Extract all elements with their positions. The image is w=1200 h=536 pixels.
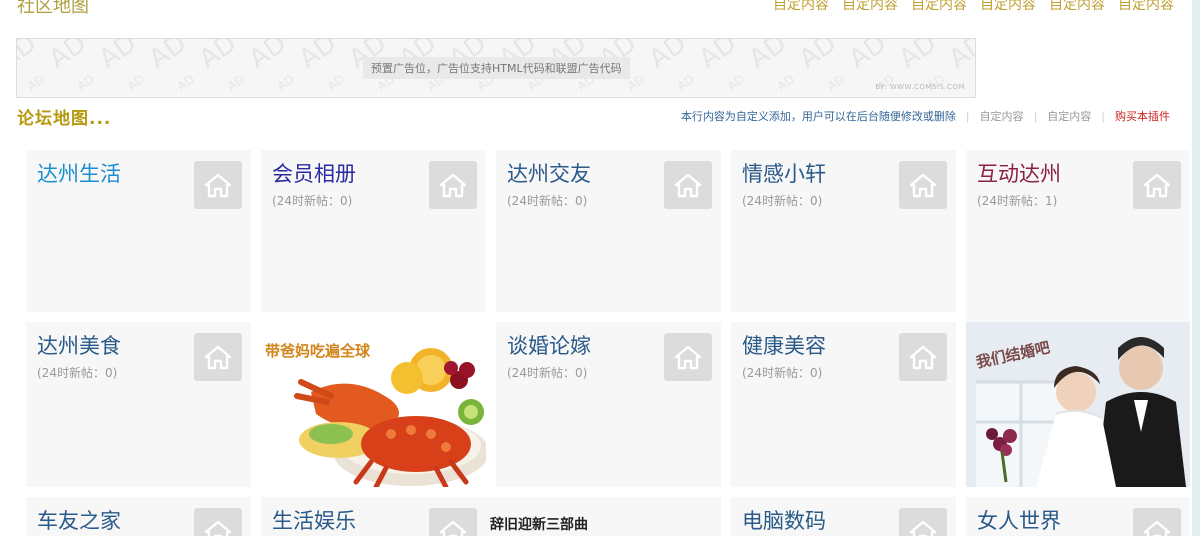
home-icon[interactable] bbox=[664, 161, 712, 209]
page: 社区地图 自定内容 自定内容 自定内容 自定内容 自定内容 自定内容 AD AD A… bbox=[0, 0, 1192, 536]
custom-link[interactable]: 自定内容 bbox=[1047, 108, 1091, 124]
ad-watermark-text: AD bbox=[244, 39, 292, 75]
ad-watermark-text: AD bbox=[894, 39, 942, 75]
forum-new-post-count: (24时新帖：0) bbox=[742, 366, 823, 380]
top-title: 社区地图 bbox=[17, 0, 89, 17]
ad-watermark-text: AD bbox=[194, 39, 242, 75]
top-link[interactable]: 自定内容 bbox=[980, 0, 1036, 14]
ad-watermark-text: AD bbox=[725, 72, 747, 93]
ad-text: 预置广告位，广告位支持HTML代码和联盟广告代码 bbox=[363, 57, 630, 79]
forum-tile[interactable]: 电脑数码 bbox=[731, 497, 956, 536]
ad-watermark-text: AD bbox=[694, 39, 742, 75]
right-scroll-strip bbox=[1192, 0, 1200, 536]
top-link[interactable]: 自定内容 bbox=[842, 0, 898, 14]
ad-watermark-text: AD bbox=[44, 39, 92, 75]
ad-watermark-text: AD bbox=[125, 72, 147, 93]
home-icon[interactable] bbox=[899, 508, 947, 536]
ad-watermark-text: AD bbox=[794, 39, 842, 75]
forum-tile[interactable]: 女人世界 bbox=[966, 497, 1190, 536]
song-promo-text: 辞旧迎新三部曲 bbox=[490, 517, 588, 533]
ad-watermark-text: AD bbox=[25, 72, 47, 93]
forum-new-post-count: (24时新帖：0) bbox=[742, 194, 823, 208]
custom-link[interactable]: 自定内容 bbox=[980, 108, 1024, 124]
ad-watermark-text: AD bbox=[844, 39, 892, 75]
home-icon[interactable] bbox=[194, 333, 242, 381]
food-promo-text: 带爸妈吃遍全球 bbox=[265, 342, 371, 360]
forum-tile[interactable]: 情感小轩 (24时新帖：0) bbox=[731, 150, 956, 312]
section-title: 论坛地图... bbox=[17, 109, 112, 129]
forum-name[interactable]: 会员相册 bbox=[272, 160, 356, 188]
ad-watermark-text: AD bbox=[775, 72, 797, 93]
ad-watermark-text: AD bbox=[275, 72, 297, 93]
home-icon[interactable] bbox=[899, 161, 947, 209]
home-icon[interactable] bbox=[1133, 161, 1181, 209]
forum-tile[interactable]: 达州生活 bbox=[26, 150, 251, 312]
ad-watermark-text: AD bbox=[675, 72, 697, 93]
home-icon[interactable] bbox=[194, 161, 242, 209]
forum-tile[interactable]: 会员相册 (24时新帖：0) bbox=[261, 150, 486, 312]
top-links: 自定内容 自定内容 自定内容 自定内容 自定内容 自定内容 bbox=[773, 0, 1174, 14]
custom-note-link[interactable]: 本行内容为自定义添加，用户可以在后台随便修改或删除 bbox=[681, 108, 956, 124]
section-links: 本行内容为自定义添加，用户可以在后台随便修改或删除 | 自定内容 | 自定内容 … bbox=[681, 108, 1170, 124]
wedding-promo-banner[interactable]: 我们结婚吧 bbox=[966, 322, 1190, 487]
forum-new-post-count: (24时新帖：0) bbox=[507, 366, 588, 380]
forum-tile[interactable]: 车友之家 bbox=[26, 497, 251, 536]
forum-name[interactable]: 电脑数码 bbox=[742, 507, 826, 535]
forum-name[interactable]: 达州生活 bbox=[37, 160, 121, 188]
forum-tile[interactable]: 互动达州 (24时新帖：1) bbox=[966, 150, 1190, 322]
forum-tile[interactable]: 达州美食 (24时新帖：0) bbox=[26, 322, 251, 487]
top-link[interactable]: 自定内容 bbox=[1118, 0, 1174, 14]
forum-new-post-count: (24时新帖：0) bbox=[37, 366, 118, 380]
forum-name[interactable]: 达州美食 bbox=[37, 332, 121, 360]
forum-name[interactable]: 情感小轩 bbox=[742, 160, 826, 188]
home-icon[interactable] bbox=[194, 508, 242, 536]
forum-name[interactable]: 谈婚论嫁 bbox=[507, 332, 591, 360]
ad-banner[interactable]: AD AD AD AD AD AD AD AD AD AD AD AD AD AD AD AD AD AD AD AD… bbox=[16, 38, 976, 98]
ad-watermark-text: AD bbox=[825, 72, 847, 93]
forum-tile[interactable]: 达州交友 (24时新帖：0) bbox=[496, 150, 721, 312]
ad-watermark-text: AD bbox=[175, 72, 197, 93]
ad-watermark-text: AD bbox=[94, 39, 142, 75]
ad-watermark-text: AD bbox=[644, 39, 692, 75]
food-promo-banner[interactable]: 带爸妈吃遍全球 bbox=[261, 322, 486, 487]
home-icon[interactable] bbox=[429, 508, 477, 536]
forum-new-post-count: (24时新帖：0) bbox=[272, 194, 353, 208]
ad-watermark-text: AD bbox=[225, 72, 247, 93]
ad-credit: BY: WWW.COMSIS.COM bbox=[875, 83, 965, 91]
top-link[interactable]: 自定内容 bbox=[773, 0, 829, 14]
home-icon[interactable] bbox=[899, 333, 947, 381]
top-link[interactable]: 自定内容 bbox=[1049, 0, 1105, 14]
forum-new-post-count: (24时新帖：0) bbox=[507, 194, 588, 208]
separator: | bbox=[1033, 109, 1038, 123]
ad-watermark-text: AD bbox=[17, 39, 42, 75]
forum-tile[interactable]: 健康美容 (24时新帖：0) bbox=[731, 322, 956, 487]
forum-name[interactable]: 达州交友 bbox=[507, 160, 591, 188]
home-icon[interactable] bbox=[429, 161, 477, 209]
top-link[interactable]: 自定内容 bbox=[911, 0, 967, 14]
ad-watermark-text: AD bbox=[75, 72, 97, 93]
ad-watermark-text: AD bbox=[744, 39, 792, 75]
buy-plugin-link[interactable]: 购买本插件 bbox=[1115, 108, 1170, 124]
forum-new-post-count: (24时新帖：1) bbox=[977, 194, 1058, 208]
forum-name[interactable]: 互动达州 bbox=[977, 160, 1061, 188]
ad-watermark-text: AD bbox=[294, 39, 342, 75]
forum-name[interactable]: 健康美容 bbox=[742, 332, 826, 360]
home-icon[interactable] bbox=[1133, 508, 1181, 536]
separator: | bbox=[965, 109, 970, 123]
forum-tile[interactable]: 谈婚论嫁 (24时新帖：0) bbox=[496, 322, 721, 487]
forum-name[interactable]: 车友之家 bbox=[37, 507, 121, 535]
ad-watermark-text: AD bbox=[944, 39, 975, 75]
separator: | bbox=[1101, 109, 1105, 123]
forum-name[interactable]: 女人世界 bbox=[977, 507, 1061, 535]
forum-name[interactable]: 生活娱乐 bbox=[272, 507, 356, 535]
home-icon[interactable] bbox=[664, 333, 712, 381]
ad-watermark-text: AD bbox=[144, 39, 192, 75]
ad-watermark-text: AD bbox=[325, 72, 347, 93]
